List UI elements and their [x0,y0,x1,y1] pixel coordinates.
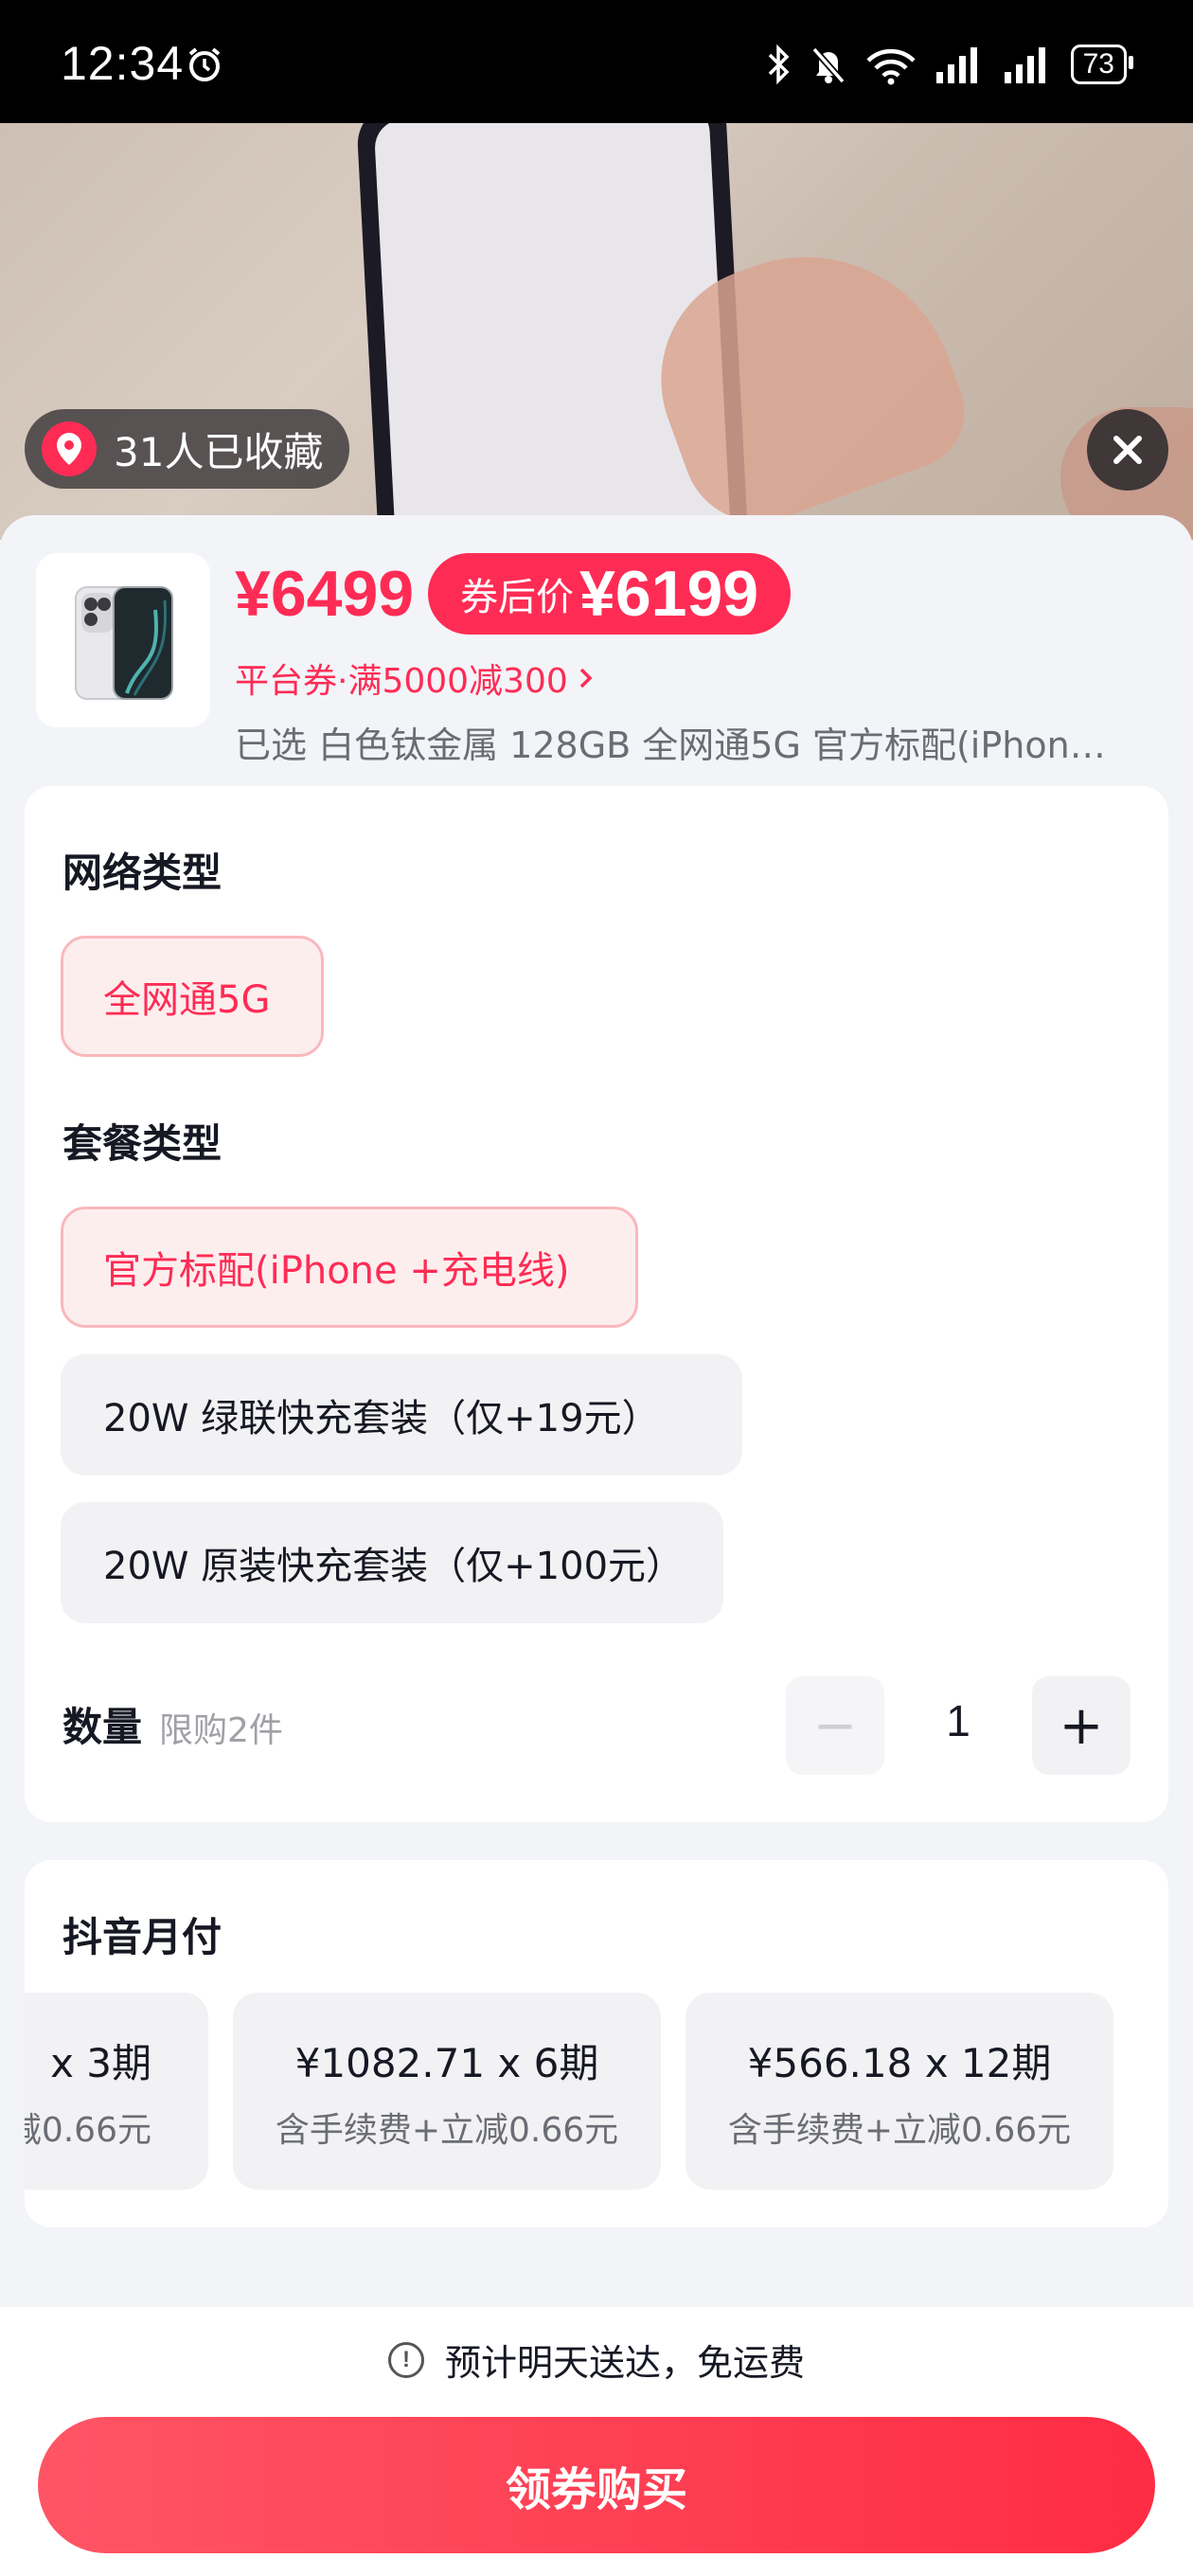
status-time: 12:34 [61,37,185,90]
bottom-bar: ! 预计明天送达，免运费 领券购买 [0,2307,1193,2576]
coupon-price-label: 券后价 [460,576,574,619]
favorites-text: 31人已收藏 [114,428,324,475]
info-icon: ! [387,2341,424,2378]
coupon-price-badge: 券后价 ¥6199 [428,553,792,635]
option-network-5g[interactable]: 全网通5G [61,936,324,1057]
installment-plan-amount: ¥566.18 x 12期 [747,2039,1052,2086]
installment-plan-fee: 含手续费+立减0.66元 [727,2110,1072,2150]
installment-plan-3[interactable]: x 3期 减0.66元 [25,1993,208,2190]
installments-title: 抖音月付 [62,1914,223,1960]
chevron-right-icon [579,668,593,689]
installment-plan-amount: x 3期 [50,2039,151,2086]
quantity-decrease-button[interactable]: − [786,1676,884,1775]
favorites-badge: 31人已收藏 [25,409,350,489]
signal-icon [1004,47,1045,83]
installment-plan-6[interactable]: ¥1082.71 x 6期 含手续费+立减0.66元 [233,1993,661,2190]
option-package-original-20w[interactable]: 20W 原装快充套装（仅+100元） [61,1502,723,1623]
option-package-standard[interactable]: 官方标配(iPhone +充电线) [61,1207,638,1328]
installment-plan-12[interactable]: ¥566.18 x 12期 含手续费+立减0.66元 [686,1993,1113,2190]
quantity-limit: 限购2件 [159,1711,283,1750]
platform-coupon-link[interactable]: 平台券·满5000减300 [235,653,596,703]
battery-level: 73 [1082,48,1114,80]
battery-icon: 73 [1070,45,1134,84]
package-type-title: 套餐类型 [62,1120,223,1167]
quantity-value: 1 [946,1696,970,1745]
delivery-text: 预计明天送达，免运费 [444,2342,805,2384]
installments-card: 抖音月付 x 3期 减0.66元 ¥1082.71 x 6期 含手续费+立减0.… [25,1860,1168,2227]
product-thumbnail[interactable] [36,553,210,727]
close-button[interactable] [1087,409,1168,491]
location-pin-icon [42,421,97,476]
installment-plan-fee: 含手续费+立减0.66元 [275,2110,619,2150]
bluetooth-icon [768,44,790,85]
buy-with-coupon-button[interactable]: 领券购买 [38,2417,1155,2553]
delivery-info: ! 预计明天送达，免运费 [0,2334,1193,2386]
option-package-ugreen-20w[interactable]: 20W 绿联快充套装（仅+19元） [61,1354,742,1476]
network-type-title: 网络类型 [62,850,223,896]
installment-plans[interactable]: x 3期 减0.66元 ¥1082.71 x 6期 含手续费+立减0.66元 ¥… [25,1993,1113,2190]
wifi-icon [866,48,916,85]
quantity-label: 数量 [62,1704,143,1750]
mute-icon [811,46,846,84]
quantity-increase-button[interactable]: + [1032,1676,1131,1775]
status-bar: 12:34 73 [0,0,1193,123]
product-price: ¥6499 [235,558,415,630]
installment-plan-amount: ¥1082.71 x 6期 [294,2039,599,2086]
platform-coupon-text: 平台券·满5000减300 [235,662,568,701]
installment-plan-fee: 减0.66元 [25,2110,151,2150]
signal-icon [935,47,977,83]
selected-variant-text: 已选 白色钛金属 128GB 全网通5G 官方标配(iPhone +充电线) [235,724,1115,766]
iphone-product-image [75,586,173,700]
close-icon [1113,436,1142,464]
alarm-icon [188,47,221,81]
status-icons: 73 [764,42,1134,87]
options-card: 网络类型 全网通5G 套餐类型 官方标配(iPhone +充电线) 20W 绿联… [25,786,1168,1822]
coupon-price-value: ¥6199 [579,558,759,630]
